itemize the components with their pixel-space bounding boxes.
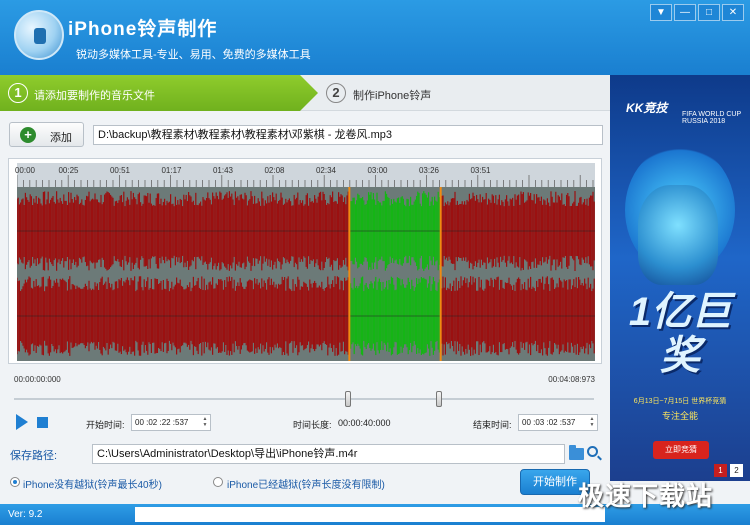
end-time-value: 00 :03 :02 :537 (522, 418, 576, 427)
end-time-label: 结束时间: (473, 420, 512, 430)
ad-slogan: 专注全能 (661, 411, 698, 421)
track-start-time: 00:00:00:000 (14, 375, 61, 384)
timeline-tick-label: 02:34 (315, 166, 337, 175)
timeline-tick-label: 03:00 (367, 166, 388, 175)
end-time-input[interactable]: 00 :03 :02 :537 ▲ ▼ (518, 414, 598, 431)
ad-page-2[interactable]: 2 (730, 464, 743, 477)
version-label: Ver: 9.2 (8, 509, 43, 520)
window-controls: ▼ — □ ✕ (650, 4, 744, 21)
step-1-number: 1 (8, 83, 28, 103)
ad-date: 6月13日~7月15日 世界杯竞猜 (633, 398, 727, 405)
step-bar: 1 请添加要制作的音乐文件 2 制作iPhone铃声 (0, 75, 610, 111)
timeline-tick-label: 02:08 (264, 166, 285, 175)
radio-not-jailbroken-label[interactable]: iPhone没有越狱(铃声最长40秒) (23, 476, 162, 491)
source-file-path[interactable]: D:\backup\教程素材\教程素材\教程素材\邓紫棋 - 龙卷风.mp3 (93, 125, 603, 145)
end-time-spinner-icon[interactable]: ▲ ▼ (588, 416, 596, 429)
waveform-panel: 00:00 00:25 00:51 01:17 01:43 02:08 02:34 03:00… (8, 158, 602, 364)
start-time-label: 开始时间: (86, 420, 125, 430)
audio-waveform[interactable] (17, 187, 595, 361)
radio-jailbroken[interactable] (213, 477, 223, 487)
save-path-label: 保存路径: (10, 450, 58, 462)
ad-mascot-image (638, 185, 718, 285)
app-title: iPhone铃声制作 (68, 19, 218, 40)
timeline-tick-label: 01:17 (161, 166, 182, 175)
ad-banner[interactable]: KK竞技 FIFA WORLD CUP RUSSIA 2018 1亿巨奖 6月1… (610, 75, 750, 481)
save-path-input[interactable]: C:\Users\Administrator\Desktop\导出\iPhone… (92, 444, 565, 464)
ad-event: FIFA WORLD CUP RUSSIA 2018 (682, 111, 741, 125)
ad-brand: KK竞技 (626, 101, 668, 115)
length-value: 00:00:40:000 (338, 418, 391, 428)
timeline-tick-label: 00:51 (109, 166, 131, 175)
minimize-icon[interactable]: — (674, 4, 696, 21)
selection-slider-track[interactable] (14, 398, 594, 400)
app-window: iPhone铃声制作 锐动多媒体工具-专业、易用、免费的多媒体工具 ▼ — □ … (0, 0, 750, 525)
timeline-tick-label: 00:00 (14, 166, 36, 175)
status-progress-area (135, 507, 605, 522)
app-subtitle: 锐动多媒体工具-专业、易用、免费的多媒体工具 (76, 49, 311, 61)
close-icon[interactable]: ✕ (722, 4, 744, 21)
title-bar: iPhone铃声制作 锐动多媒体工具-专业、易用、免费的多媒体工具 ▼ — □ … (0, 0, 750, 75)
ad-cta-button[interactable]: 立即竞猜 (653, 441, 709, 459)
length-label: 时间长度: (293, 420, 332, 430)
step-2-number: 2 (326, 83, 346, 103)
watermark: 极速下载站 (578, 481, 714, 511)
selection-end-handle[interactable] (436, 391, 443, 407)
maximize-icon[interactable]: □ (698, 4, 720, 21)
radio-not-jailbroken[interactable] (10, 477, 20, 487)
search-icon[interactable] (587, 446, 598, 457)
timeline-tick-label: 01:43 (212, 166, 234, 175)
track-end-time: 00:04:08:973 (548, 375, 595, 384)
ad-page-1[interactable]: 1 (714, 464, 727, 477)
step-2-label: 制作iPhone铃声 (353, 90, 432, 102)
step-1-label: 请添加要制作的音乐文件 (34, 90, 155, 102)
start-time-spinner-icon[interactable]: ▲ ▼ (201, 416, 209, 429)
play-icon[interactable] (16, 414, 28, 430)
add-button[interactable]: + 添加 (9, 122, 84, 147)
add-icon: + (20, 127, 36, 143)
timeline-ruler[interactable]: 00:00 00:25 00:51 01:17 01:43 02:08 02:34 03:00… (14, 163, 595, 187)
folder-icon[interactable] (569, 445, 584, 460)
stop-icon[interactable] (37, 417, 48, 428)
app-logo-icon (14, 10, 64, 60)
start-time-value: 00 :02 :22 :537 (135, 418, 189, 427)
ad-prize: 1亿巨奖 (628, 290, 732, 378)
add-button-label: 添加 (50, 132, 72, 144)
timeline-tick-label: 03:51 (470, 166, 491, 175)
radio-jailbroken-label[interactable]: iPhone已经越狱(铃声长度没有限制) (227, 476, 385, 491)
step-1[interactable]: 1 请添加要制作的音乐文件 (0, 75, 318, 111)
timeline-ticks (17, 175, 594, 187)
timeline-tick-label: 03:26 (418, 166, 440, 175)
timeline-tick-label: 00:25 (58, 166, 79, 175)
start-time-input[interactable]: 00 :02 :22 :537 ▲ ▼ (131, 414, 211, 431)
selection-start-handle[interactable] (344, 391, 351, 407)
menu-icon[interactable]: ▼ (650, 4, 672, 21)
